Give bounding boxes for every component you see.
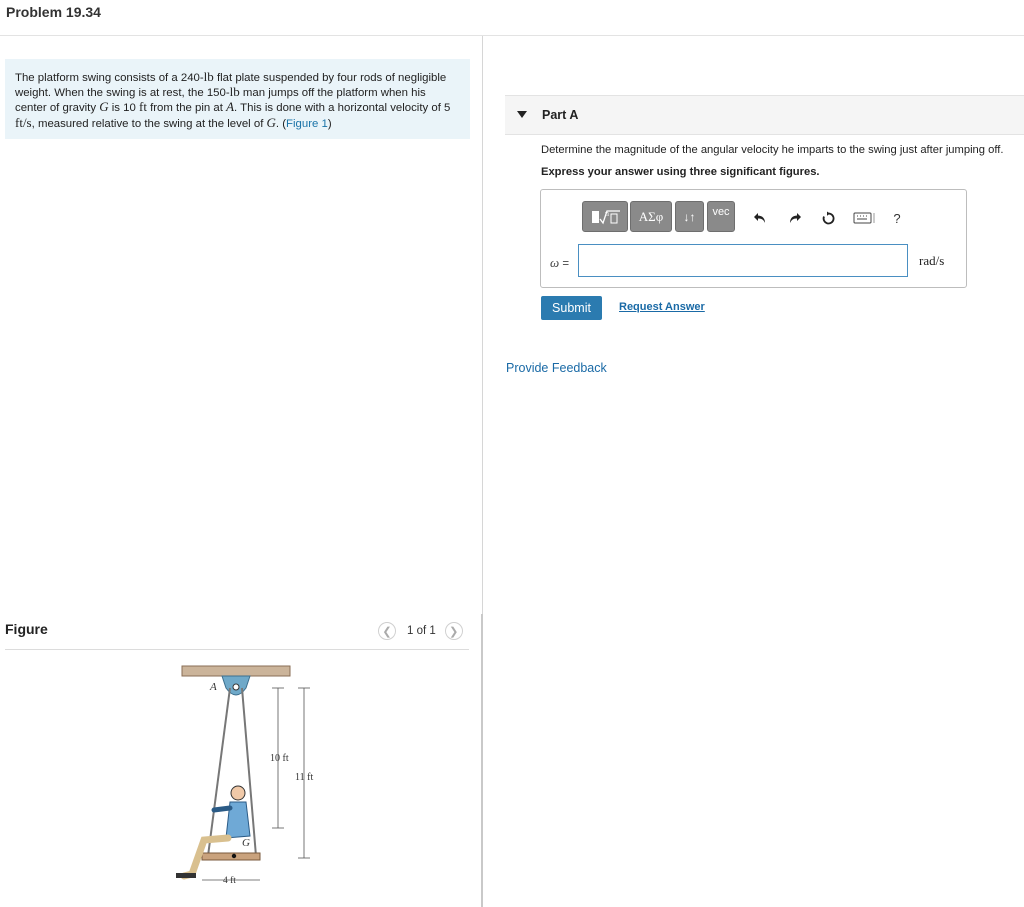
column-divider-lower xyxy=(481,614,483,907)
label-G: G xyxy=(242,837,250,849)
templates-icon: n xyxy=(592,209,620,224)
chevron-left-icon[interactable]: ❮ xyxy=(378,622,396,640)
label-A: A xyxy=(209,681,217,693)
submit-button[interactable]: Submit xyxy=(541,296,602,320)
figure-link[interactable]: Figure 1 xyxy=(286,118,328,130)
answer-input[interactable] xyxy=(578,244,908,277)
pin-A xyxy=(232,683,240,691)
figure-pager: ❮ 1 of 1 ❯ xyxy=(378,622,463,640)
part-a-header[interactable]: Part A xyxy=(505,95,1024,135)
figure-heading: Figure xyxy=(5,621,48,637)
label-4ft: 4 ft xyxy=(223,875,236,886)
redo-icon[interactable] xyxy=(787,210,803,226)
greek-symbols-button[interactable]: ΑΣφ xyxy=(630,201,672,232)
provide-feedback-link[interactable]: Provide Feedback xyxy=(506,361,607,375)
man-arm xyxy=(211,805,233,813)
variable-label: ω = xyxy=(550,255,570,270)
request-answer-link[interactable]: Request Answer xyxy=(619,301,705,313)
platform xyxy=(201,852,261,861)
part-a-label: Part A xyxy=(542,108,579,122)
undo-icon[interactable] xyxy=(752,210,768,226)
man-head xyxy=(230,785,246,801)
part-a-question: Determine the magnitude of the angular v… xyxy=(541,144,1004,156)
ceiling-beam xyxy=(181,665,291,677)
man-shoe xyxy=(176,873,196,878)
label-11ft: 11 ft xyxy=(295,772,313,783)
header-divider xyxy=(0,35,1024,36)
label-10ft: 10 ft xyxy=(270,753,289,764)
help-icon[interactable]: ? xyxy=(889,210,905,226)
arrows-button[interactable]: ↓↑ xyxy=(675,201,704,232)
part-a-instruction: Express your answer using three signific… xyxy=(541,166,820,178)
figure-count: 1 of 1 xyxy=(407,625,436,637)
swing-figure: A G 10 ft 11 ft 4 ft xyxy=(176,665,313,886)
keyboard-icon[interactable] xyxy=(853,210,875,226)
chevron-right-icon[interactable]: ❯ xyxy=(444,622,463,640)
unit-label: rad/s xyxy=(919,253,945,268)
collapse-triangle-icon[interactable] xyxy=(517,111,527,118)
templates-button[interactable]: n xyxy=(582,201,628,232)
vec-button[interactable]: vec xyxy=(707,201,735,232)
figure-divider xyxy=(5,649,469,650)
problem-statement: The platform swing consists of a 240-lb … xyxy=(5,59,470,139)
center-of-gravity-G xyxy=(231,853,237,859)
reset-icon[interactable] xyxy=(820,210,836,226)
page-title: Problem 19.34 xyxy=(6,4,101,20)
